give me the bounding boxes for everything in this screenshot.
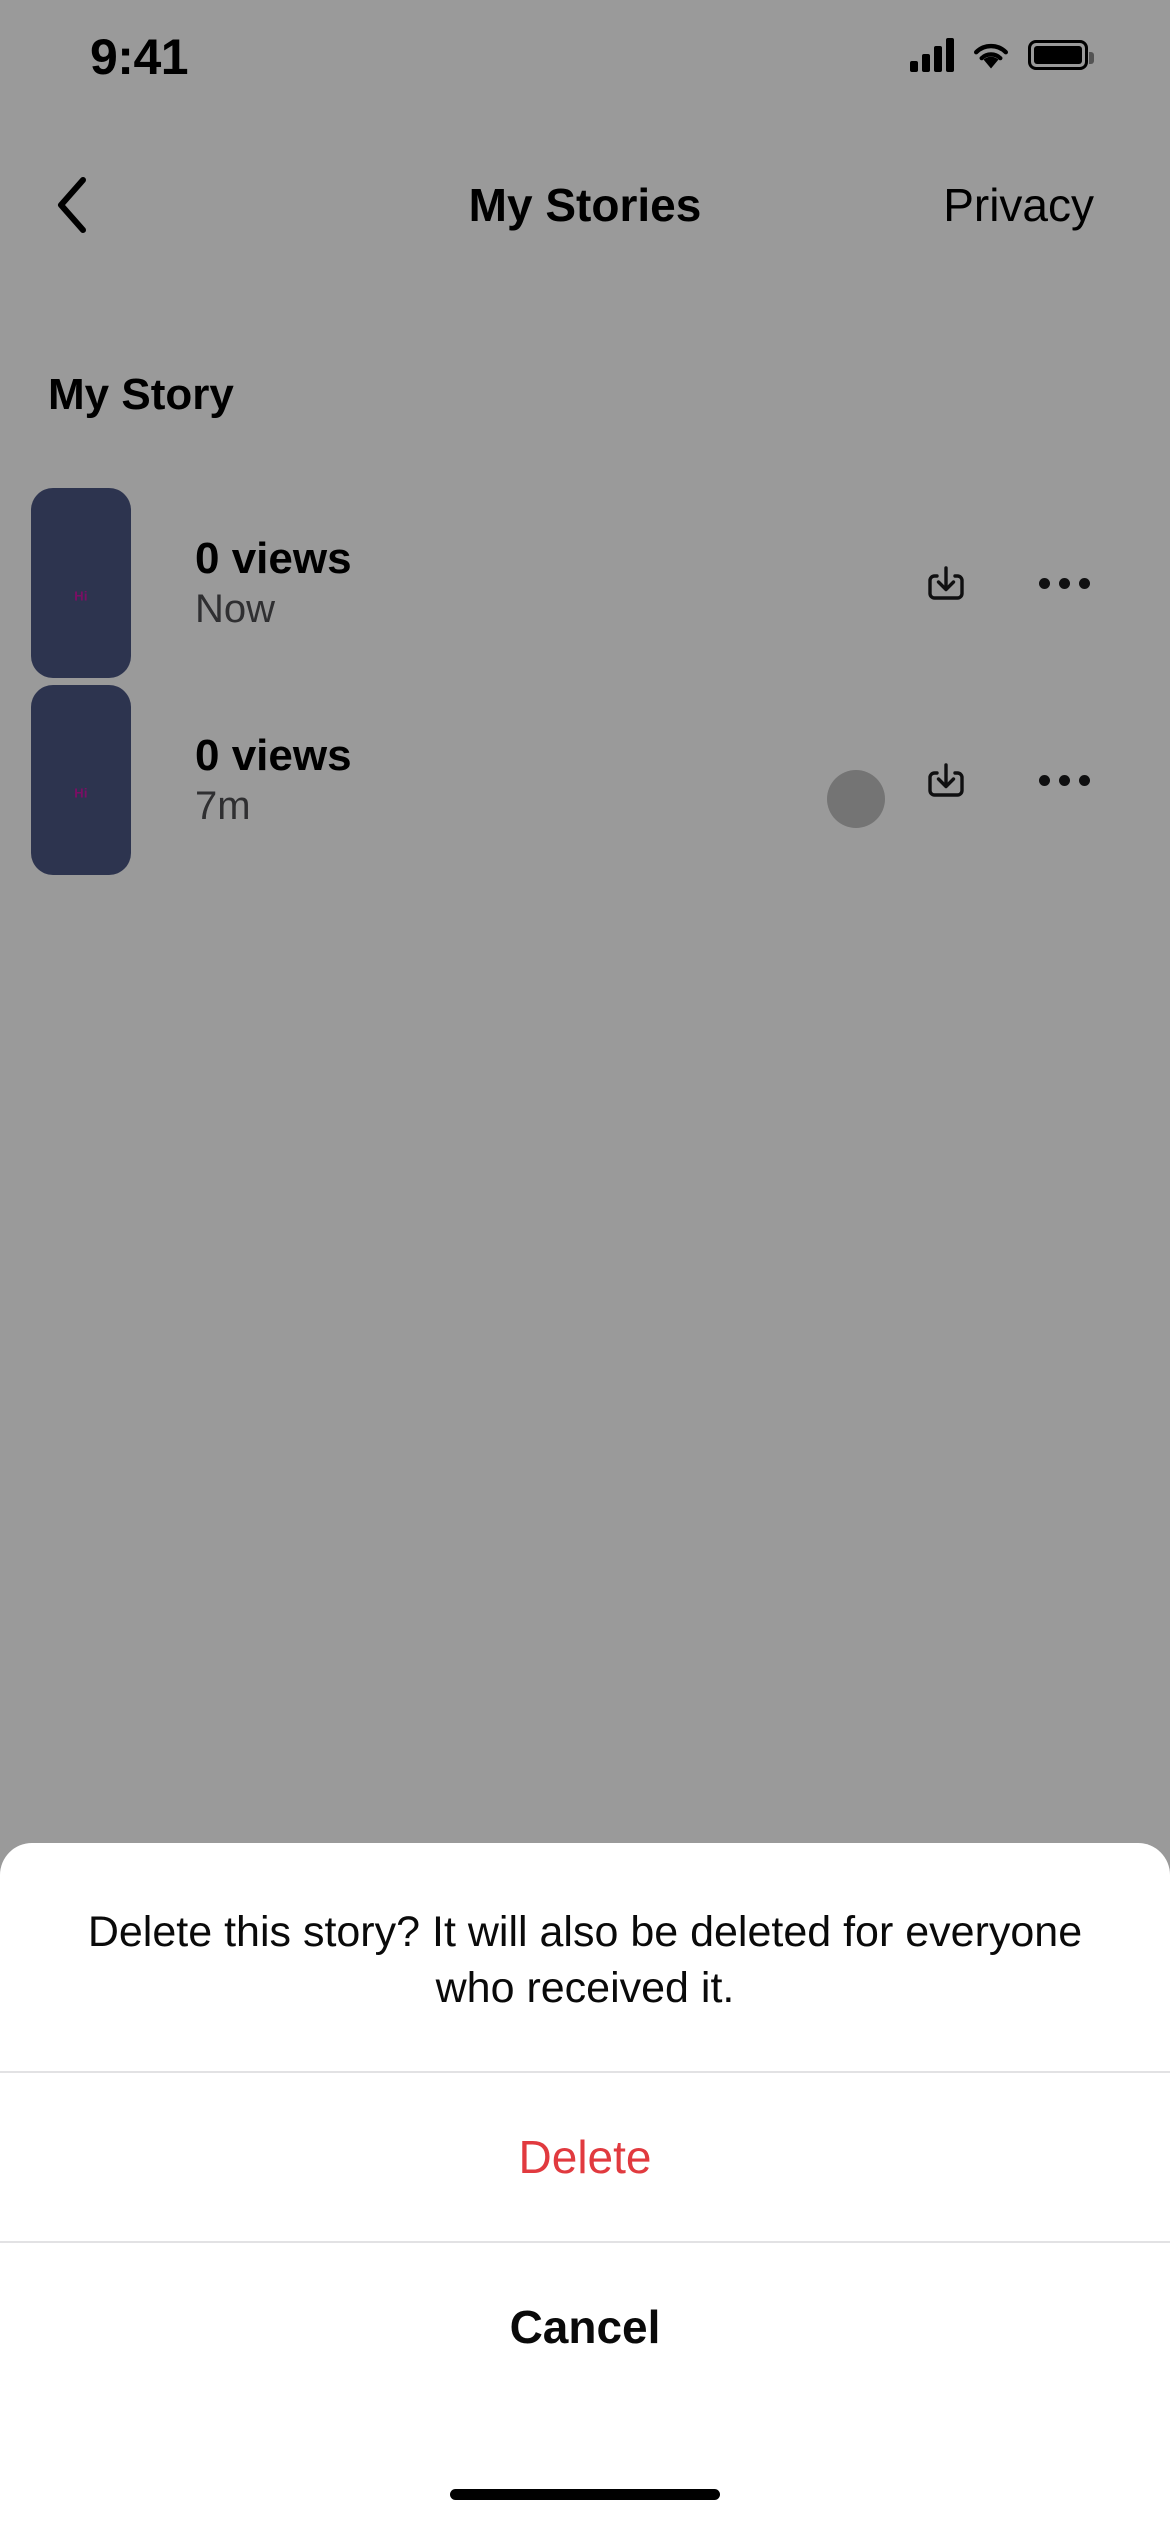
story-info: 0 views 7m — [195, 730, 352, 829]
story-list-item[interactable]: Hi 0 views Now — [0, 488, 1170, 678]
signal-bars-icon — [910, 38, 954, 72]
story-timestamp: 7m — [195, 784, 251, 829]
delete-button[interactable]: Delete — [0, 2072, 1170, 2241]
story-info: 0 views Now — [195, 533, 352, 632]
status-bar: 9:41 — [0, 0, 1170, 150]
battery-icon — [1028, 40, 1094, 70]
ellipsis-icon — [1038, 577, 1090, 589]
download-icon — [928, 566, 964, 600]
story-view-count: 0 views — [195, 533, 352, 583]
navigation-bar: My Stories Privacy — [0, 150, 1170, 260]
status-bar-indicators — [910, 32, 1094, 78]
cancel-button[interactable]: Cancel — [0, 2242, 1170, 2411]
story-actions — [902, 539, 1108, 627]
story-more-options-button[interactable] — [1020, 539, 1108, 627]
section-header-my-story: My Story — [48, 370, 234, 419]
privacy-button[interactable]: Privacy — [943, 150, 1094, 260]
story-more-options-button[interactable] — [1020, 736, 1108, 824]
delete-story-action-sheet: Delete this story? It will also be delet… — [0, 1843, 1170, 2532]
status-bar-time: 9:41 — [90, 29, 189, 85]
save-story-button[interactable] — [902, 539, 990, 627]
phone-screen: 9:41 My Stories Privacy My Story Hi 0 vi… — [0, 0, 1170, 2532]
story-thumbnail[interactable]: Hi — [31, 488, 131, 678]
story-thumbnail-text: Hi — [74, 785, 88, 801]
home-indicator[interactable] — [450, 2489, 720, 2500]
download-icon — [928, 763, 964, 797]
ellipsis-icon — [1038, 774, 1090, 786]
story-view-count: 0 views — [195, 730, 352, 780]
story-timestamp: Now — [195, 587, 276, 632]
story-actions — [902, 736, 1108, 824]
touch-point-indicator — [827, 770, 885, 828]
action-sheet-message: Delete this story? It will also be delet… — [87, 1908, 1083, 2012]
save-story-button[interactable] — [902, 736, 990, 824]
story-list-item[interactable]: Hi 0 views 7m — [0, 685, 1170, 875]
wifi-icon — [970, 39, 1012, 71]
story-thumbnail-text: Hi — [74, 588, 88, 604]
story-thumbnail[interactable]: Hi — [31, 685, 131, 875]
